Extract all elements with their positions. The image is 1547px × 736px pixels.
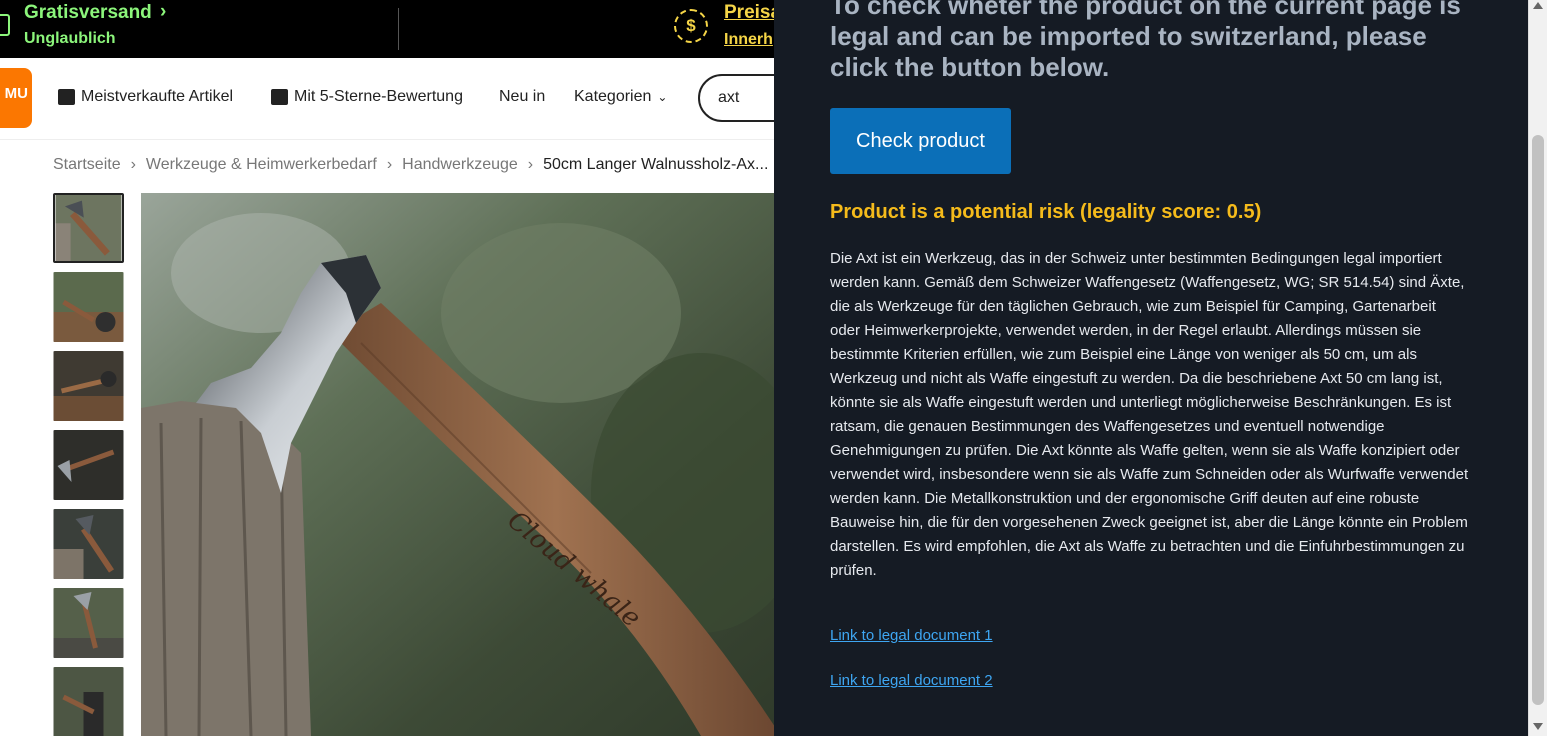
price-adjust-title[interactable]: Preisa — [724, 2, 781, 24]
panel-heading: To check wheter the product on the curre… — [830, 0, 1461, 82]
shipping-icon — [0, 14, 10, 36]
breadcrumb-separator: › — [386, 156, 393, 173]
chevron-down-icon: ⌄ — [657, 90, 668, 104]
chevron-right-icon[interactable]: › — [160, 1, 166, 23]
thumbnail-list — [53, 193, 125, 736]
nav-new-in[interactable]: Neu in — [499, 88, 545, 106]
thumbnail[interactable] — [53, 430, 124, 500]
thumbs-up-icon — [58, 89, 75, 105]
nav-categories[interactable]: Kategorien ⌄ — [574, 88, 667, 106]
nav-bestsellers[interactable]: Meistverkaufte Artikel — [58, 88, 233, 106]
free-shipping-subtitle: Unglaublich — [24, 30, 116, 47]
breadcrumb-handtools[interactable]: Handwerkzeuge — [402, 156, 518, 174]
thumbnail[interactable] — [53, 509, 124, 579]
nav-five-star-label: Mit 5-Sterne-Bewertung — [294, 88, 463, 105]
scroll-up-icon[interactable] — [1533, 2, 1543, 9]
product-main-image[interactable]: Cloud whale — [141, 193, 781, 736]
breadcrumb-current: 50cm Langer Walnussholz-Ax... — [543, 156, 769, 173]
thumbnail[interactable] — [53, 272, 124, 342]
price-adjust-subtitle[interactable]: Innerh — [724, 31, 773, 49]
nav-bestsellers-label: Meistverkaufte Artikel — [81, 88, 234, 105]
promo-divider — [398, 8, 399, 50]
star-badge-icon — [271, 89, 288, 105]
breadcrumb: Startseite › Werkzeuge & Heimwerkerbedar… — [53, 156, 768, 174]
breadcrumb-separator: › — [527, 156, 534, 173]
free-shipping-title[interactable]: Gratisversand — [24, 2, 152, 24]
nav-categories-label: Kategorien — [574, 88, 652, 105]
thumbnail[interactable] — [53, 193, 124, 263]
check-product-button[interactable]: Check product — [830, 108, 1011, 174]
legal-document-link-1[interactable]: Link to legal document 1 — [830, 627, 993, 644]
breadcrumb-tools[interactable]: Werkzeuge & Heimwerkerbedarf — [146, 156, 377, 174]
browser-viewport: Gratisversand › Unglaublich $ Preisa Inn… — [0, 0, 1547, 736]
thumbnail[interactable] — [53, 667, 124, 736]
logo-text: MU — [4, 85, 28, 102]
scroll-down-icon[interactable] — [1533, 723, 1543, 730]
price-adjust-icon: $ — [674, 9, 708, 43]
nav-five-star[interactable]: Mit 5-Sterne-Bewertung — [271, 88, 463, 106]
panel-scrollbar[interactable] — [1528, 0, 1547, 736]
store-logo[interactable]: MU — [0, 68, 32, 128]
breadcrumb-home[interactable]: Startseite — [53, 156, 121, 174]
scrollbar-thumb[interactable] — [1532, 135, 1544, 705]
thumbnail[interactable] — [53, 351, 124, 421]
breadcrumb-separator: › — [130, 156, 136, 173]
legality-check-panel: To check wheter the product on the curre… — [774, 0, 1529, 736]
search-value: axt — [718, 89, 740, 106]
thumbnail[interactable] — [53, 588, 124, 658]
legal-document-link-2[interactable]: Link to legal document 2 — [830, 672, 993, 689]
risk-result-title: Product is a potential risk (legality sc… — [830, 201, 1262, 223]
nav-new-in-label: Neu in — [499, 88, 546, 105]
risk-result-body: Die Axt ist ein Werkzeug, das in der Sch… — [830, 250, 1469, 579]
